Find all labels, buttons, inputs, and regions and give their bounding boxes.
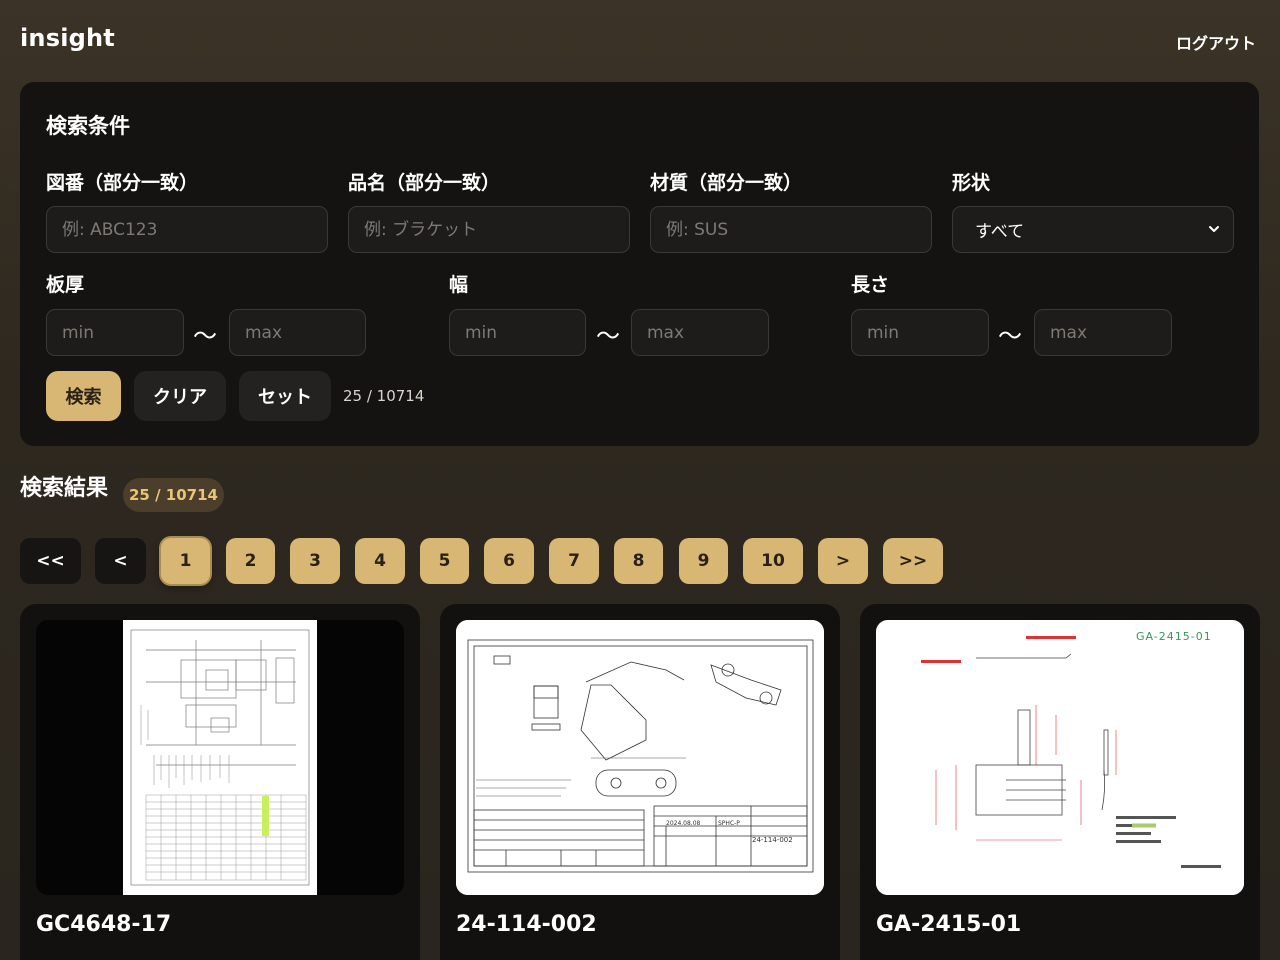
- drawing-no-input[interactable]: [46, 206, 328, 253]
- drawing-number-text: 24-114-002: [752, 836, 793, 844]
- length-min-input[interactable]: [851, 309, 989, 356]
- shape-label: 形状: [952, 172, 991, 194]
- length-range-separator: 〜: [998, 322, 1022, 350]
- drawing-material-text: SPHC-P: [718, 820, 740, 827]
- pagination-page-3[interactable]: 3: [290, 538, 340, 584]
- pagination-page-9[interactable]: 9: [679, 538, 728, 584]
- thickness-label: 板厚: [46, 274, 85, 296]
- pagination-last-button[interactable]: >>: [883, 538, 943, 584]
- search-button[interactable]: 検索: [46, 371, 121, 421]
- drawing-thumbnail: [36, 620, 404, 895]
- drawing-number-text: GA-2415-01: [1136, 630, 1212, 643]
- pagination-page-1[interactable]: 1: [161, 538, 210, 584]
- drawing-no-label: 図番（部分一致）: [46, 172, 199, 194]
- card-title: 24-114-002: [456, 912, 597, 937]
- pagination-page-7[interactable]: 7: [549, 538, 599, 584]
- drawing-thumbnail: GA-2415-01: [876, 620, 1244, 895]
- thickness-range-separator: 〜: [193, 322, 217, 350]
- item-name-input[interactable]: [348, 206, 630, 253]
- result-count-text: 25 / 10714: [343, 387, 425, 405]
- item-name-label: 品名（部分一致）: [348, 172, 501, 194]
- pagination-page-8[interactable]: 8: [614, 538, 663, 584]
- material-label: 材質（部分一致）: [650, 172, 803, 194]
- pagination-page-5[interactable]: 5: [420, 538, 469, 584]
- thickness-min-input[interactable]: [46, 309, 184, 356]
- material-input[interactable]: [650, 206, 932, 253]
- pagination-page-10[interactable]: 10: [743, 538, 803, 584]
- thickness-max-input[interactable]: [229, 309, 366, 356]
- top-bar: insight ログアウト: [0, 0, 1280, 80]
- search-panel-title: 検索条件: [46, 114, 130, 138]
- card-title: GA-2415-01: [876, 912, 1022, 937]
- shape-select[interactable]: すべて: [952, 206, 1234, 253]
- shape-select-value: すべて: [975, 222, 1025, 242]
- drawing-image: GA-2415-01: [876, 620, 1244, 895]
- card-title: GC4648-17: [36, 912, 172, 937]
- results-title: 検索結果: [20, 476, 109, 501]
- drawing-thumbnail: 24-114-002 SPHC-P 2024.08.08: [456, 620, 824, 895]
- width-max-input[interactable]: [631, 309, 769, 356]
- pagination-page-4[interactable]: 4: [355, 538, 405, 584]
- brand-logo: insight: [20, 24, 115, 52]
- logout-link[interactable]: ログアウト: [1176, 30, 1256, 54]
- clear-button[interactable]: クリア: [134, 371, 226, 421]
- length-label: 長さ: [851, 274, 890, 296]
- result-card[interactable]: GA-2415-01 GA-2415-01: [860, 604, 1260, 960]
- search-panel: 検索条件 図番（部分一致） 品名（部分一致） 材質（部分一致） 形状 すべて 板…: [20, 82, 1259, 446]
- width-label: 幅: [449, 274, 469, 296]
- pagination-page-6[interactable]: 6: [484, 538, 534, 584]
- set-button[interactable]: セット: [239, 371, 331, 421]
- result-card[interactable]: GC4648-17: [20, 604, 420, 960]
- drawing-date-text: 2024.08.08: [666, 820, 701, 827]
- results-count-badge: 25 / 10714: [123, 478, 224, 512]
- chevron-down-icon: [1209, 226, 1219, 232]
- pagination-first-button[interactable]: <<: [20, 538, 81, 584]
- drawing-scan-image: [123, 620, 317, 895]
- width-range-separator: 〜: [596, 322, 620, 350]
- pagination-page-2[interactable]: 2: [226, 538, 275, 584]
- width-min-input[interactable]: [449, 309, 586, 356]
- drawing-image: 24-114-002 SPHC-P 2024.08.08: [456, 620, 824, 895]
- pagination-next-button[interactable]: >: [818, 538, 868, 584]
- length-max-input[interactable]: [1034, 309, 1172, 356]
- pagination-prev-button[interactable]: <: [95, 538, 146, 584]
- result-card[interactable]: 24-114-002 SPHC-P 2024.08.08 24-114-002: [440, 604, 840, 960]
